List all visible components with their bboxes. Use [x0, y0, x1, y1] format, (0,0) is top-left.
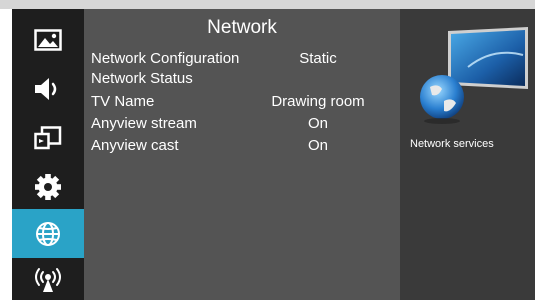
settings-gear-icon — [34, 173, 62, 201]
menu-item-network-status[interactable]: Network Status — [84, 68, 400, 90]
input-source-icon — [34, 125, 62, 150]
network-services-label: Network services — [410, 138, 494, 150]
menu-item-value: Drawing room — [271, 93, 365, 110]
sidebar-item-wireless[interactable] — [12, 255, 84, 304]
menu-item-anyview-cast[interactable]: Anyview cast On — [84, 135, 400, 157]
menu-item-label: Anyview stream — [91, 115, 197, 132]
menu-item-value: On — [307, 137, 328, 154]
sidebar-item-picture[interactable] — [12, 15, 84, 64]
info-panel: Network services — [400, 9, 535, 300]
sidebar-item-input-source[interactable] — [12, 113, 84, 162]
menu-item-value: On — [307, 115, 328, 132]
picture-icon — [34, 28, 62, 51]
menu-item-anyview-stream[interactable]: Anyview stream On — [84, 113, 400, 135]
tv-settings-screen: Network Network Configuration Static Net… — [0, 0, 535, 300]
menu-item-label: Network Status — [91, 70, 193, 87]
globe-icon — [34, 220, 62, 248]
menu-title: Network — [207, 17, 277, 38]
menu-item-label: Network Configuration — [91, 50, 240, 67]
sidebar-item-sound[interactable] — [12, 64, 84, 113]
menu-item-value: Static — [299, 50, 337, 67]
menu-item-network-configuration[interactable]: Network Configuration Static — [84, 48, 400, 70]
menu-item-label: Anyview cast — [91, 137, 179, 154]
sidebar-item-settings[interactable] — [12, 162, 84, 211]
top-bar — [0, 0, 535, 9]
network-menu-panel: Network Network Configuration Static Net… — [84, 9, 400, 300]
menu-item-label: TV Name — [91, 93, 155, 110]
category-sidebar — [12, 9, 84, 300]
wireless-icon — [33, 266, 63, 294]
sidebar-item-network[interactable] — [12, 209, 84, 258]
menu-item-tv-name[interactable]: TV Name Drawing room — [84, 91, 400, 113]
sound-icon — [33, 76, 63, 102]
network-services-graphic — [408, 27, 530, 127]
